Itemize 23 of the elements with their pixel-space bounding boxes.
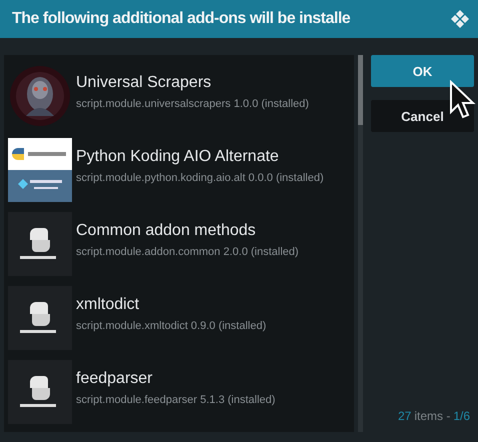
python-logo-icon — [8, 212, 72, 276]
python-logo-icon — [8, 138, 72, 202]
window-title: The following additional add-ons will be installe — [12, 10, 350, 28]
python-logo-icon — [8, 286, 72, 350]
addon-detail: script.module.universalscrapers 1.0.0 (installed) — [76, 98, 309, 110]
cancel-button[interactable]: Cancel — [371, 100, 474, 132]
ok-button[interactable]: OK — [371, 55, 474, 87]
page-indicator: 1/6 — [453, 409, 470, 423]
scroll-bar[interactable] — [358, 55, 363, 432]
items-label: items - — [414, 409, 450, 423]
mouse-cursor-icon — [449, 80, 477, 120]
python-logo-icon — [8, 360, 72, 424]
addon-name: Common addon methods — [76, 222, 257, 240]
addon-name: Python Koding AIO Alternate — [76, 148, 280, 166]
addon-name: feedparser — [76, 370, 154, 388]
addon-detail: script.module.python.koding.aio.alt 0.0.0 (installed) — [76, 172, 324, 184]
addon-name: xmltodict — [76, 296, 140, 314]
addon-detail: script.module.xmltodict 0.9.0 (installed) — [76, 320, 266, 332]
addon-detail: script.module.feedparser 5.1.3 (installed) — [76, 394, 276, 406]
diamond-logo-icon — [450, 9, 470, 29]
item-count: 27 — [398, 409, 412, 423]
addon-detail: script.module.addon.common 2.0.0 (installed) — [76, 246, 299, 258]
addon-name: Universal Scrapers — [76, 74, 212, 92]
